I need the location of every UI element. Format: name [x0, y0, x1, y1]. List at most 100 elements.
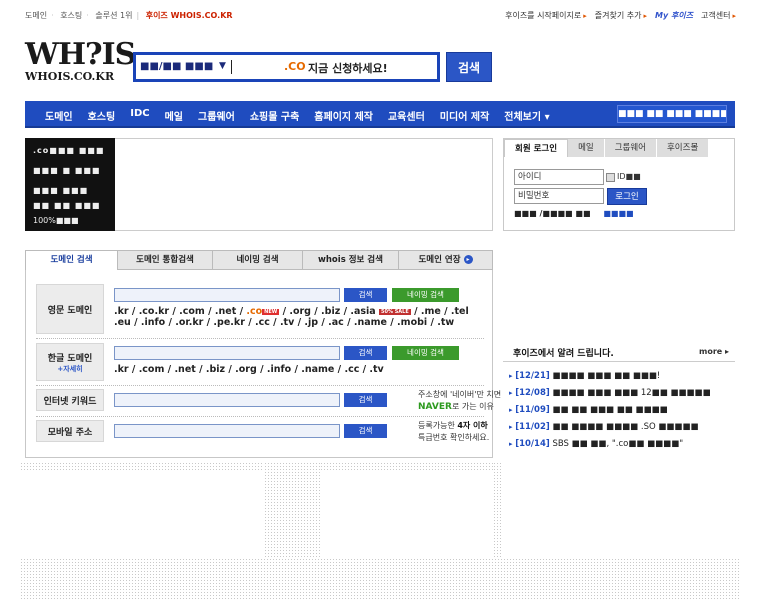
bullet-icon: ▸	[509, 406, 513, 414]
save-id-checkbox[interactable]	[606, 173, 615, 182]
dotted-strip	[320, 462, 493, 470]
notice-divider	[503, 361, 735, 362]
login-box: 회원 로그인 메일 그룹웨어 후이즈몰 아이디 비밀번호 ID■■ 로그인 ■■…	[503, 138, 735, 231]
nav-item-media[interactable]: 미디어 제작	[440, 108, 489, 123]
notice-title: 후이즈에서 알려 드립니다.	[513, 349, 614, 359]
tab-whois-search[interactable]: whois 정보 검색	[303, 250, 399, 270]
whois-logo[interactable]: WH?IS WHOIS.CO.KR	[25, 40, 136, 84]
mobile-note: 등록가능한 4자 이하 특급번호 확인하세요.	[418, 421, 490, 442]
customer-center-link[interactable]: 고객센터 ▸	[701, 10, 736, 21]
tagline-hosting: 호스팅	[60, 11, 83, 20]
sale-badge: 50% SALE	[379, 308, 411, 315]
keyword-note[interactable]: 주소창에 '네이버'만 치면 NAVER로 가는 이유	[418, 389, 501, 413]
page-root: { "top": { "left_items": ["도메인", "호스팅", …	[0, 0, 760, 600]
nav-item-education[interactable]: 교육센터	[388, 108, 425, 123]
tab-domain-search[interactable]: 도메인 검색	[25, 250, 118, 270]
chevron-down-icon[interactable]: ▼	[219, 61, 226, 71]
nav-item-idc[interactable]: IDC	[130, 108, 149, 123]
add-bookmark-link[interactable]: 즐겨찾기 추가 ▸	[595, 10, 647, 21]
row-label-english: 영문 도메인	[36, 284, 104, 334]
nav-item-hosting[interactable]: 호스팅	[88, 108, 116, 123]
main-nav: 도메인 호스팅 IDC 메일 그룹웨어 쇼핑몰 구축 홈페이지 제작 교육센터 …	[25, 101, 735, 128]
tab-whoismall[interactable]: 후이즈몰	[656, 139, 710, 157]
login-tabs: 회원 로그인 메일 그룹웨어 후이즈몰	[504, 139, 710, 157]
english-domain-input[interactable]	[114, 288, 340, 302]
promo-line: ■■■ ■ ■■■	[33, 166, 101, 175]
login-button[interactable]: 로그인	[607, 188, 647, 205]
login-links: ■■■ /■■■■ ■■ ■■■■	[514, 209, 634, 218]
nav-item-shopping[interactable]: 쇼핑몰 구축	[250, 108, 299, 123]
english-search-button[interactable]: 검색	[344, 288, 387, 302]
promo-pct: 100%■■■	[33, 216, 79, 225]
notice-item[interactable]: ▸ [11/09] ■■ ■■ ■■■ ■■ ■■■■	[509, 405, 668, 415]
notice-item[interactable]: ▸ [12/08] ■■■■ ■■■ ■■■ 12■■ ■■■■■	[509, 388, 711, 398]
nav-item-mail[interactable]: 메일	[165, 108, 183, 123]
search-promo-text: 지금 신청하세요!	[308, 62, 388, 75]
notice-more-link[interactable]: more ▸	[699, 347, 729, 356]
tld-co[interactable]: .co	[246, 306, 262, 317]
find-id-pw-link[interactable]: ■■■ /■■■■ ■■	[514, 209, 591, 218]
dotted-column	[493, 462, 503, 558]
korean-domain-input[interactable]	[114, 346, 340, 360]
nav-item-homepage[interactable]: 홈페이지 제작	[314, 108, 373, 123]
korean-search-button[interactable]: 검색	[344, 346, 387, 360]
tab-naming-search[interactable]: 네이밍 검색	[213, 250, 303, 270]
arrow-right-icon: ▸	[732, 12, 736, 20]
mobile-search-button[interactable]: 검색	[344, 424, 387, 438]
arrow-right-icon: ▸	[643, 12, 647, 20]
keyword-input[interactable]	[114, 393, 340, 407]
dotted-footer	[20, 558, 740, 600]
notice-item[interactable]: ▸ [10/14] SBS ■■ ■■, ".co■■ ■■■■"	[509, 439, 683, 449]
korean-naming-button[interactable]: 네이밍 검색	[392, 346, 459, 360]
search-type-select[interactable]: ■■/■■ ■■■	[140, 61, 213, 72]
password-input[interactable]: 비밀번호	[514, 188, 604, 204]
domain-search-input[interactable]: ■■/■■ ■■■ ▼ .CO 지금 신청하세요!	[133, 52, 440, 82]
tab-member-login[interactable]: 회원 로그인	[504, 139, 569, 157]
korean-tld-list[interactable]: .kr / .com / .net / .biz / .org / .info …	[114, 364, 384, 375]
logo-domain: WHOIS.CO.KR	[25, 70, 115, 83]
bullet-icon: ▸	[509, 389, 513, 397]
arrow-right-icon: ▸	[583, 12, 587, 20]
notice-item[interactable]: ▸ [12/21] ■■■■ ■■■ ■■ ■■■!	[509, 371, 660, 381]
set-homepage-link[interactable]: 후이즈를 시작페이지로 ▸	[505, 10, 587, 21]
notice-panel: 후이즈에서 알려 드립니다. more ▸ ▸ [12/21] ■■■■ ■■■…	[503, 340, 735, 458]
top-links: 후이즈를 시작페이지로 ▸ 즐겨찾기 추가 ▸ My 후이즈 고객센터 ▸	[505, 10, 736, 21]
keyword-search-button[interactable]: 검색	[344, 393, 387, 407]
domain-tabs: 도메인 검색 도메인 통합검색 네이밍 검색 whois 정보 검색 도메인 연…	[25, 250, 493, 270]
nav-promo-banner[interactable]: ■■■ ■■ ■■■ ■■■■!	[617, 105, 727, 123]
promo-dark-banner[interactable]: .co■■■ ■■■ ■■■ ■ ■■■ ■■■ ■■■ ■■ ■■ ■■■ 1…	[25, 138, 115, 231]
user-id-input[interactable]: 아이디	[514, 169, 604, 185]
english-tld-list: .kr / .co.kr / .com / .net / .co NEW / .o…	[114, 306, 469, 317]
domain-search-panel: 영문 도메인 검색 네이밍 검색 .kr / .co.kr / .com / .…	[25, 250, 501, 458]
my-whois-link[interactable]: My 후이즈	[655, 10, 693, 21]
tab-groupware[interactable]: 그룹웨어	[604, 139, 657, 157]
bullet-icon: ▸	[509, 440, 513, 448]
mobile-address-input[interactable]	[114, 424, 340, 438]
arrow-circle-icon: ▸	[463, 255, 473, 264]
english-tld-list-2[interactable]: .eu / .info / .or.kr / .pe.kr / .cc / .t…	[114, 317, 454, 328]
korean-detail-link[interactable]: +자세히	[37, 364, 103, 374]
nav-item-all[interactable]: 전체보기 ▾	[504, 108, 549, 123]
tab-integrated-search[interactable]: 도메인 통합검색	[118, 250, 213, 270]
tab-mail[interactable]: 메일	[568, 139, 605, 157]
text-cursor	[231, 60, 232, 74]
top-tagline: 도메인 · 호스팅 · 솔루션 1위 | 후이즈 WHOIS.CO.KR	[25, 11, 233, 20]
row-label-mobile: 모바일 주소	[36, 420, 104, 442]
row-divider	[36, 385, 484, 386]
banner-frame	[115, 138, 493, 231]
main-search-button[interactable]: 검색	[446, 52, 492, 82]
signup-link[interactable]: ■■■■	[603, 209, 633, 218]
promo-line: ■■ ■■ ■■■	[33, 201, 101, 210]
tagline-domain: 도메인	[25, 11, 48, 20]
row-divider	[36, 416, 484, 417]
tab-domain-renew[interactable]: 도메인 연장 ▸	[399, 250, 493, 270]
notice-item[interactable]: ▸ [11/02] ■■ ■■■■ ■■■■ .SO ■■■■■	[509, 422, 699, 432]
english-naming-button[interactable]: 네이밍 검색	[392, 288, 459, 302]
row-label-korean: 한글 도메인 +자세히	[36, 343, 104, 381]
new-badge: NEW	[262, 308, 280, 315]
dotted-strip	[20, 462, 264, 470]
bullet-icon: ▸	[509, 423, 513, 431]
nav-item-domain[interactable]: 도메인	[45, 108, 73, 123]
nav-item-groupware[interactable]: 그룹웨어	[198, 108, 235, 123]
row-divider	[36, 338, 484, 339]
